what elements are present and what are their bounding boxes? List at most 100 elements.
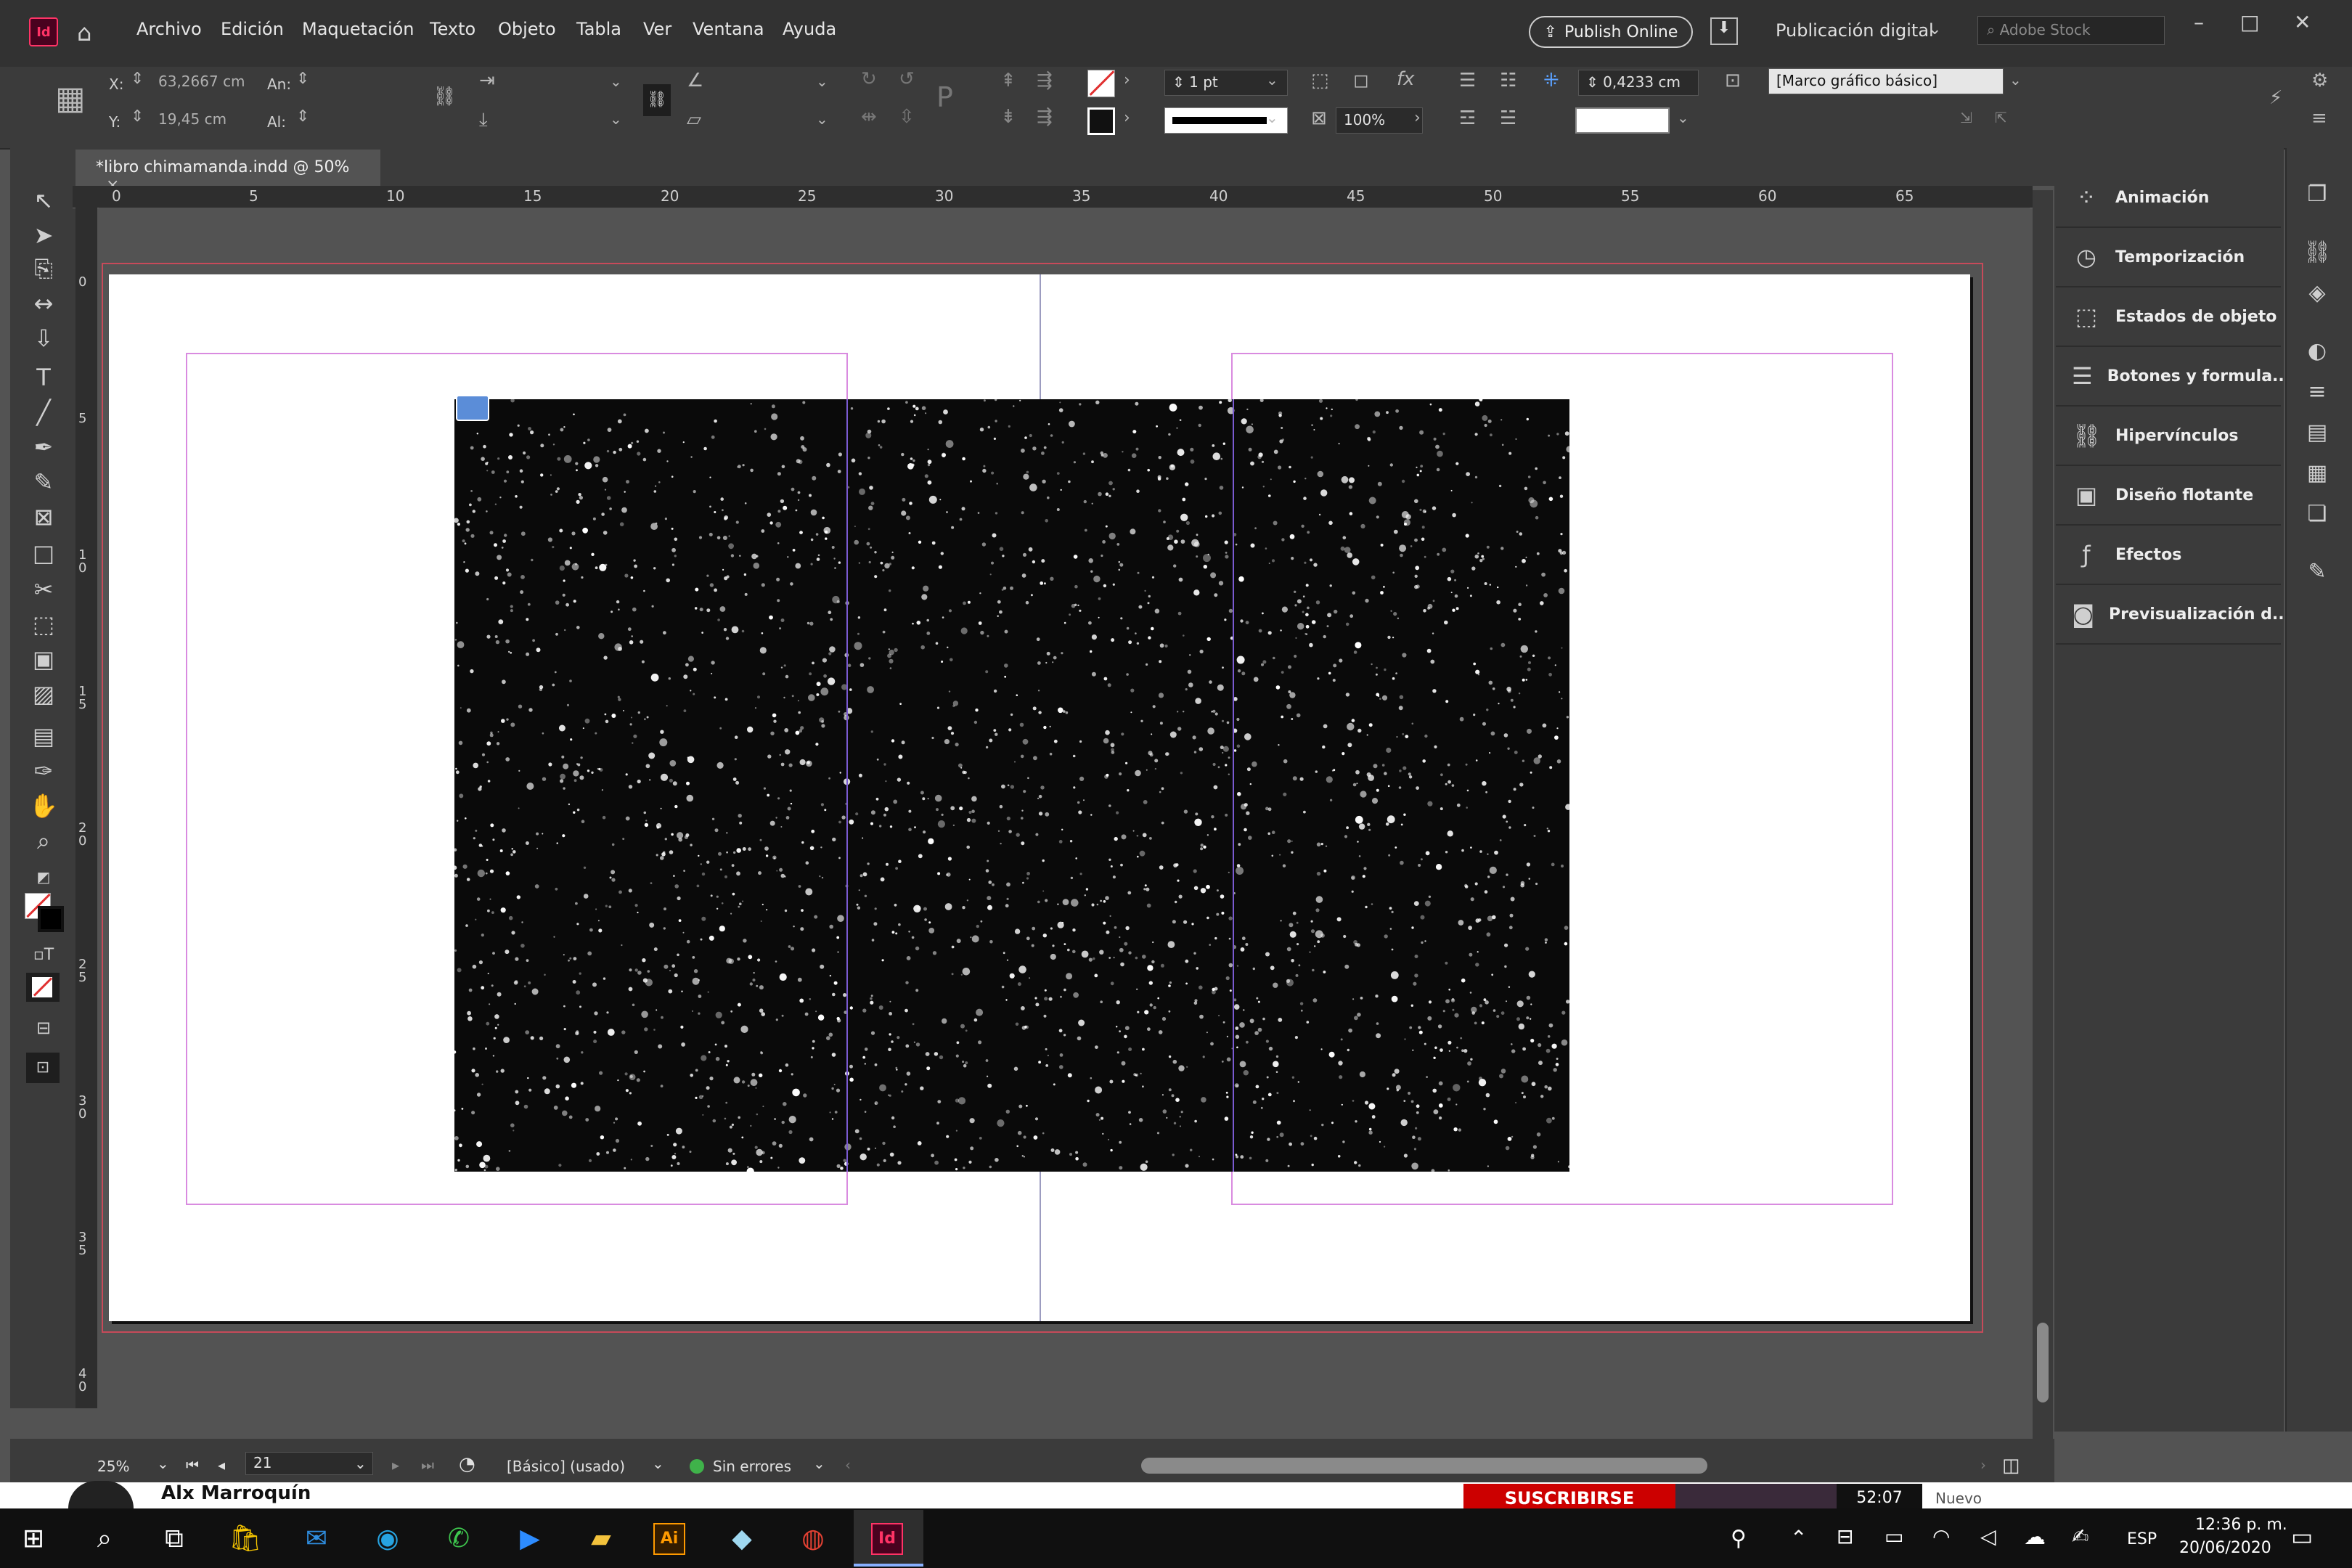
object-style-dropdown-icon[interactable]: ⌄ bbox=[2009, 71, 2022, 89]
store-icon[interactable]: 🛍 bbox=[228, 1522, 263, 1556]
default-fill-stroke-icon[interactable]: ◩ bbox=[29, 862, 58, 891]
menu-archivo[interactable]: Archivo bbox=[136, 19, 202, 39]
open-preflight-icon[interactable]: ◔ bbox=[459, 1453, 475, 1475]
next-page-icon[interactable]: ▸ bbox=[392, 1456, 399, 1474]
constrain-proportions-icon[interactable]: ⛓ bbox=[433, 86, 457, 107]
select-child-icon[interactable]: ⇶ bbox=[1037, 106, 1053, 128]
offset-field[interactable]: ⇕ 0,4233 cm bbox=[1578, 70, 1699, 96]
content-grabber-icon[interactable] bbox=[456, 395, 489, 421]
horizontal-scroll-thumb[interactable] bbox=[1141, 1458, 1707, 1474]
clock-date[interactable]: 20/06/2020 bbox=[2179, 1539, 2271, 1557]
y-stepper-icon[interactable]: ⇕ bbox=[131, 107, 144, 126]
object-style-select[interactable]: [Marco gráfico básico] bbox=[1768, 68, 2004, 94]
select-previous-object-icon[interactable]: ⇞ bbox=[1000, 70, 1016, 91]
selection-tool-icon[interactable]: ↖ bbox=[29, 186, 58, 215]
close-window-icon[interactable]: ✕ bbox=[2294, 10, 2311, 34]
height-stepper-icon[interactable]: ⇕ bbox=[296, 107, 309, 126]
panel-liquid-layout[interactable]: ▣ Diseño flotante bbox=[2056, 466, 2281, 526]
shear-dropdown-icon[interactable]: ⌄ bbox=[816, 110, 828, 128]
menu-ayuda[interactable]: Ayuda bbox=[783, 19, 836, 39]
menu-texto[interactable]: Texto bbox=[430, 19, 475, 39]
vertical-scroll-thumb[interactable] bbox=[2037, 1323, 2049, 1402]
onedrive-icon[interactable]: ☁ bbox=[2024, 1524, 2046, 1550]
color-panel-icon[interactable]: ◐ bbox=[2301, 338, 2333, 370]
gap-tool-icon[interactable]: ↔ bbox=[29, 289, 58, 318]
adobe-stock-search-input[interactable]: ⌕ Adobe Stock bbox=[1977, 16, 2165, 45]
align-center-icon[interactable]: ☷ bbox=[1500, 70, 1516, 91]
settings-gear-icon[interactable]: ⚙ bbox=[2311, 70, 2328, 91]
hand-tool-icon[interactable]: ✋ bbox=[29, 791, 58, 820]
shear-angle-icon[interactable]: ▱ bbox=[687, 109, 701, 131]
monitor-icon[interactable]: ⊟ bbox=[1837, 1524, 1853, 1548]
flip-vertical-icon[interactable]: ⇳ bbox=[899, 106, 915, 128]
errors-status[interactable]: Sin errores bbox=[713, 1458, 791, 1475]
page-dropdown-icon[interactable]: ⌄ bbox=[354, 1455, 367, 1472]
pen-tool-icon[interactable]: ✒ bbox=[29, 433, 58, 462]
rotation-angle-icon[interactable]: ∠ bbox=[687, 70, 703, 91]
align-top-icon[interactable]: ☰ bbox=[1459, 70, 1476, 91]
stroke-menu-icon[interactable]: › bbox=[1124, 109, 1130, 127]
opacity-field[interactable]: 100% bbox=[1336, 107, 1423, 134]
volume-icon[interactable]: ◁ bbox=[1980, 1524, 1996, 1548]
home-icon[interactable]: ⌂ bbox=[77, 19, 91, 46]
opacity-icon[interactable]: ⊠ bbox=[1311, 107, 1327, 129]
app-launcher-icon[interactable]: ◆ bbox=[724, 1522, 759, 1556]
publish-online-button[interactable]: ⇪ Publish Online bbox=[1529, 16, 1693, 48]
zoom-app-icon[interactable]: ▶ bbox=[513, 1522, 547, 1556]
previous-page-icon[interactable]: ◂ bbox=[218, 1456, 225, 1474]
rectangle-tool-icon[interactable]: □ bbox=[29, 539, 58, 568]
distribute-icon[interactable]: ☲ bbox=[1459, 107, 1476, 129]
swatches-panel-icon[interactable]: ▤ bbox=[2301, 420, 2333, 452]
flip-horizontal-icon[interactable]: ⇹ bbox=[861, 106, 877, 128]
first-page-icon[interactable]: ⏮ bbox=[186, 1456, 199, 1474]
panel-timing[interactable]: ◷ Temporización bbox=[2056, 228, 2281, 287]
whatsapp-icon[interactable]: ✆ bbox=[441, 1522, 476, 1556]
drop-shadow-icon[interactable]: ◻ bbox=[1353, 70, 1369, 91]
reference-point-icon[interactable]: ▦ bbox=[55, 80, 86, 117]
vertical-ruler[interactable] bbox=[75, 208, 97, 1408]
rotate-ccw-icon[interactable]: ↺ bbox=[899, 68, 915, 90]
fill-swatch[interactable] bbox=[1087, 70, 1115, 97]
rotate-cw-icon[interactable]: ↻ bbox=[861, 68, 877, 90]
wifi-icon[interactable]: ◠ bbox=[1932, 1524, 1950, 1548]
show-hidden-icons-icon[interactable]: ⌃ bbox=[1790, 1526, 1807, 1550]
line-tool-icon[interactable]: ╱ bbox=[29, 398, 58, 427]
scroll-left-icon[interactable]: ‹ bbox=[845, 1456, 851, 1474]
battery-icon[interactable]: ▭ bbox=[1885, 1524, 1903, 1548]
minimize-icon[interactable]: – bbox=[2194, 10, 2204, 34]
notifications-icon[interactable]: ▭ bbox=[2291, 1523, 2313, 1551]
menu-ver[interactable]: Ver bbox=[643, 19, 671, 39]
fit-frame-icon[interactable]: ⬚ bbox=[1311, 70, 1329, 91]
scale-y-icon[interactable]: ⤓ bbox=[479, 109, 488, 131]
task-view-icon[interactable]: ⧉ bbox=[157, 1522, 192, 1556]
x-field[interactable]: 63,2667 cm bbox=[158, 73, 245, 90]
link-scale-icon[interactable]: ⛓ bbox=[643, 84, 671, 116]
gradient-panel-icon[interactable]: ▦ bbox=[2301, 460, 2333, 492]
y-field[interactable]: 19,45 cm bbox=[158, 110, 226, 128]
language-indicator[interactable]: ESP bbox=[2127, 1530, 2157, 1548]
illustrator-icon[interactable]: Ai bbox=[653, 1523, 685, 1555]
errors-dropdown-icon[interactable]: ⌄ bbox=[813, 1455, 825, 1472]
stroke-panel-icon[interactable]: ≡ bbox=[2301, 379, 2333, 411]
opacity-menu-icon[interactable]: › bbox=[1414, 109, 1421, 127]
taskbar-search-icon[interactable]: ⌕ bbox=[87, 1522, 122, 1556]
stroke-color-box[interactable] bbox=[1575, 107, 1670, 134]
auto-fit-icon[interactable]: ⁜ bbox=[1543, 70, 1559, 91]
fill-menu-icon[interactable]: › bbox=[1124, 71, 1130, 89]
menu-maquetacion[interactable]: Maquetación bbox=[302, 19, 415, 39]
workspace-chevron-icon[interactable]: ⌄ bbox=[1928, 20, 1941, 38]
type-tool-icon[interactable]: T bbox=[29, 363, 58, 392]
panel-buttons-forms[interactable]: ☰ Botones y formula... bbox=[2056, 347, 2290, 407]
apply-none-icon[interactable] bbox=[26, 973, 60, 1002]
zoom-dropdown-icon[interactable]: ⌄ bbox=[157, 1455, 169, 1472]
cc-libraries-icon[interactable]: ❏ bbox=[2301, 501, 2333, 533]
direct-selection-tool-icon[interactable]: ➤ bbox=[29, 221, 58, 250]
panel-preview[interactable]: ◙ Previsualización d... bbox=[2056, 585, 2290, 645]
note-tool-icon[interactable]: ▤ bbox=[29, 722, 58, 751]
pencil-tool-icon[interactable]: ✎ bbox=[29, 467, 58, 497]
links-panel-icon[interactable]: ⛓ bbox=[2301, 240, 2333, 271]
document-tab[interactable]: *libro chimamanda.indd @ 50% × bbox=[75, 150, 380, 195]
new-style-icon[interactable]: ⇱ bbox=[1995, 109, 2007, 126]
layers-panel-icon[interactable]: ◈ bbox=[2301, 280, 2333, 312]
fx-effects-icon[interactable]: fx bbox=[1397, 68, 1415, 90]
